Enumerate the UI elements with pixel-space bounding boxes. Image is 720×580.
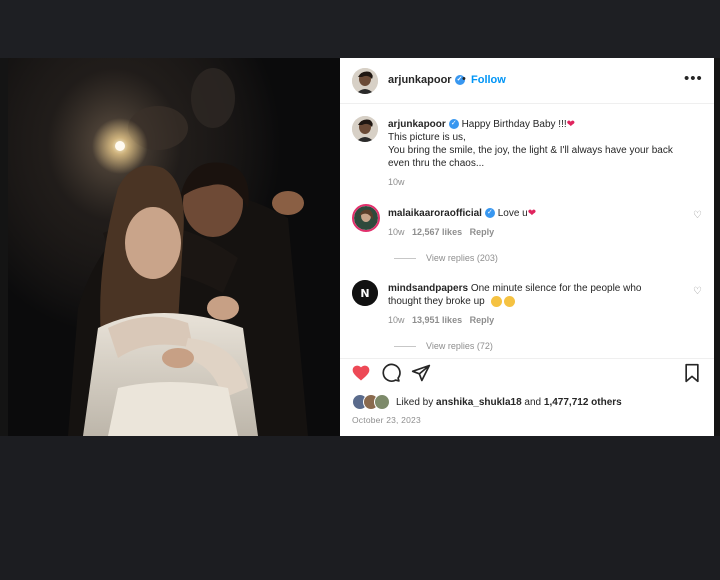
comment-2-body-1: One minute silence for the people who (470, 283, 642, 294)
comment-avatar-2[interactable]: N (352, 280, 378, 306)
view-replies-label[interactable]: View replies (72) (426, 341, 493, 351)
liked-by-user[interactable]: anshika_shukla18 (436, 397, 522, 408)
comment-2: mindsandpapers One minute silence for th… (388, 282, 688, 325)
caption-avatar[interactable] (352, 116, 378, 142)
comment-1-body: Love u (497, 208, 528, 219)
heart-icon[interactable] (351, 363, 371, 388)
caption-line-4: even thru the chaos... (388, 158, 485, 169)
liked-by-prefix: Liked by (396, 397, 434, 408)
share-icon[interactable] (411, 363, 431, 388)
comment-1-text: malaikaaroraofficial ✓ Love u❤ (388, 207, 708, 220)
comment-1-likes[interactable]: 12,567 likes (412, 227, 462, 237)
bookmark-icon[interactable] (683, 363, 701, 388)
post-panel: arjunkapoor ✓ • Follow ••• arjunkapoor ✓ H… (340, 58, 714, 436)
top-dark-bar (0, 0, 720, 58)
heart-emoji-icon: ❤ (566, 119, 576, 130)
comment-1: malaikaaroraofficial ✓ Love u❤ 10w 12,567… (388, 207, 708, 237)
comment-1-like-icon[interactable]: ♡ (693, 210, 702, 221)
comment-2-view-replies[interactable]: View replies (72) (394, 341, 493, 351)
svg-text:N: N (360, 287, 369, 300)
post-header: arjunkapoor ✓ • Follow ••• (340, 58, 714, 104)
right-edge-strip (714, 58, 720, 436)
comment-2-likes[interactable]: 13,951 likes (412, 315, 462, 325)
crying-emoji-icon (503, 295, 515, 307)
verified-icon: ✓ (448, 119, 459, 130)
comment-2-time: 10w (388, 315, 405, 325)
liker-avatars[interactable] (352, 394, 392, 410)
follow-button[interactable]: Follow (471, 74, 506, 86)
comment-1-username[interactable]: malaikaaroraofficial (388, 208, 482, 219)
caption: arjunkapoor ✓ Happy Birthday Baby !!!❤ Th… (388, 118, 708, 187)
comment-2-text-2: thought they broke up (388, 295, 688, 308)
likes-count[interactable]: 1,477,712 others (544, 397, 622, 408)
caption-line-3: You bring the smile, the joy, the light … (388, 145, 673, 156)
photo-illustration (8, 58, 340, 436)
caption-text-1: Happy Birthday Baby !!! (461, 119, 567, 130)
avatar-image: N (352, 280, 378, 306)
caption-line-1: arjunkapoor ✓ Happy Birthday Baby !!!❤ (388, 118, 708, 131)
username[interactable]: arjunkapoor ✓ (388, 74, 465, 86)
verified-icon: ✓ (484, 208, 495, 219)
more-icon[interactable]: ••• (684, 70, 703, 87)
left-edge-strip (0, 58, 8, 436)
comment-2-body-2: thought they broke up (388, 296, 485, 307)
comment-1-time: 10w (388, 227, 405, 237)
avatar-image (352, 116, 378, 142)
caption-line-2: This picture is us, (388, 132, 466, 143)
liked-by-text: Liked by anshika_shukla18 and 1,477,712 … (396, 397, 622, 408)
comment-2-meta: 10w 13,951 likes Reply (388, 315, 688, 325)
caption-time: 10w (388, 177, 405, 187)
avatar-image (352, 68, 378, 94)
view-replies-label[interactable]: View replies (203) (426, 253, 498, 263)
comment-2-text: mindsandpapers One minute silence for th… (388, 282, 688, 295)
crying-emoji-icon (490, 295, 502, 307)
comment-1-meta: 10w 12,567 likes Reply (388, 227, 708, 237)
comment-2-like-icon[interactable]: ♡ (693, 286, 702, 297)
heart-emoji-icon: ❤ (527, 208, 537, 219)
divider (394, 346, 416, 348)
liked-by-and: and (524, 397, 542, 408)
comment-avatar-1[interactable] (352, 204, 380, 232)
liker-avatar-3 (374, 394, 390, 410)
comment-1-view-replies[interactable]: View replies (203) (394, 253, 498, 263)
comment-2-reply-button[interactable]: Reply (470, 315, 495, 325)
caption-username[interactable]: arjunkapoor (388, 119, 446, 130)
avatar-image (354, 206, 378, 230)
comment-1-reply-button[interactable]: Reply (470, 227, 495, 237)
post-date: October 23, 2023 (352, 415, 421, 425)
avatar[interactable] (352, 68, 378, 94)
post-photo[interactable] (8, 58, 340, 436)
divider (394, 258, 416, 260)
likes-row: Liked by anshika_shukla18 and 1,477,712 … (352, 394, 712, 410)
bottom-dark-area (0, 436, 720, 580)
comment-2-username[interactable]: mindsandpapers (388, 283, 468, 294)
separator-dot: • (462, 73, 466, 85)
username-text[interactable]: arjunkapoor (388, 74, 452, 86)
action-bar (340, 358, 714, 388)
comment-icon[interactable] (381, 363, 401, 388)
